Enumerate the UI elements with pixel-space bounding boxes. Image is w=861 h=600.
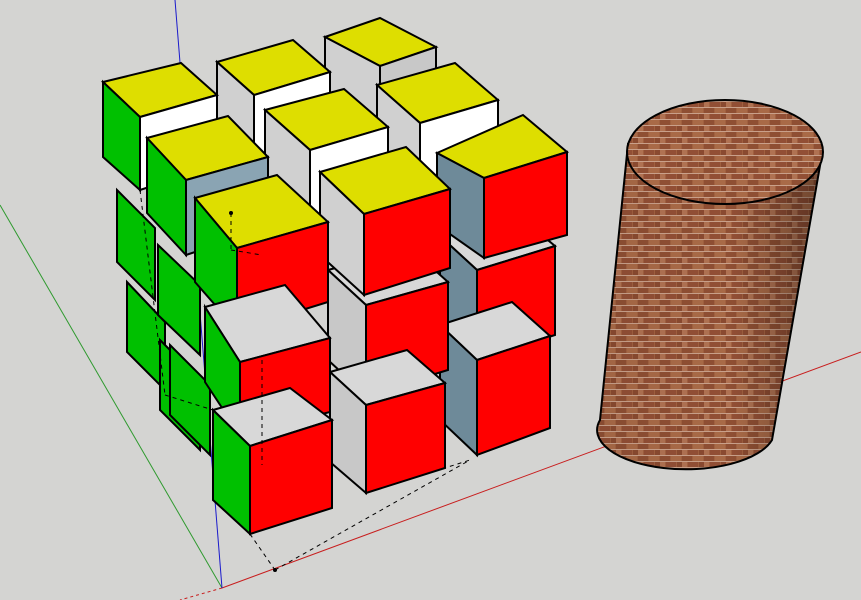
brick-cylinder[interactable] — [596, 99, 824, 471]
sketchup-viewport[interactable] — [0, 0, 861, 600]
red-axis-dashed — [179, 587, 223, 600]
cubelet-top-front-mid[interactable] — [318, 145, 452, 298]
cubelet-bottom-center[interactable] — [328, 348, 448, 496]
cubelet-bottom-right-back[interactable] — [438, 300, 552, 458]
inference-point — [229, 211, 233, 215]
cubelet-bottom-front-left[interactable] — [211, 386, 335, 537]
3d-scene[interactable] — [0, 0, 861, 600]
inference-point — [273, 568, 277, 572]
cylinder-top-face — [626, 99, 824, 205]
